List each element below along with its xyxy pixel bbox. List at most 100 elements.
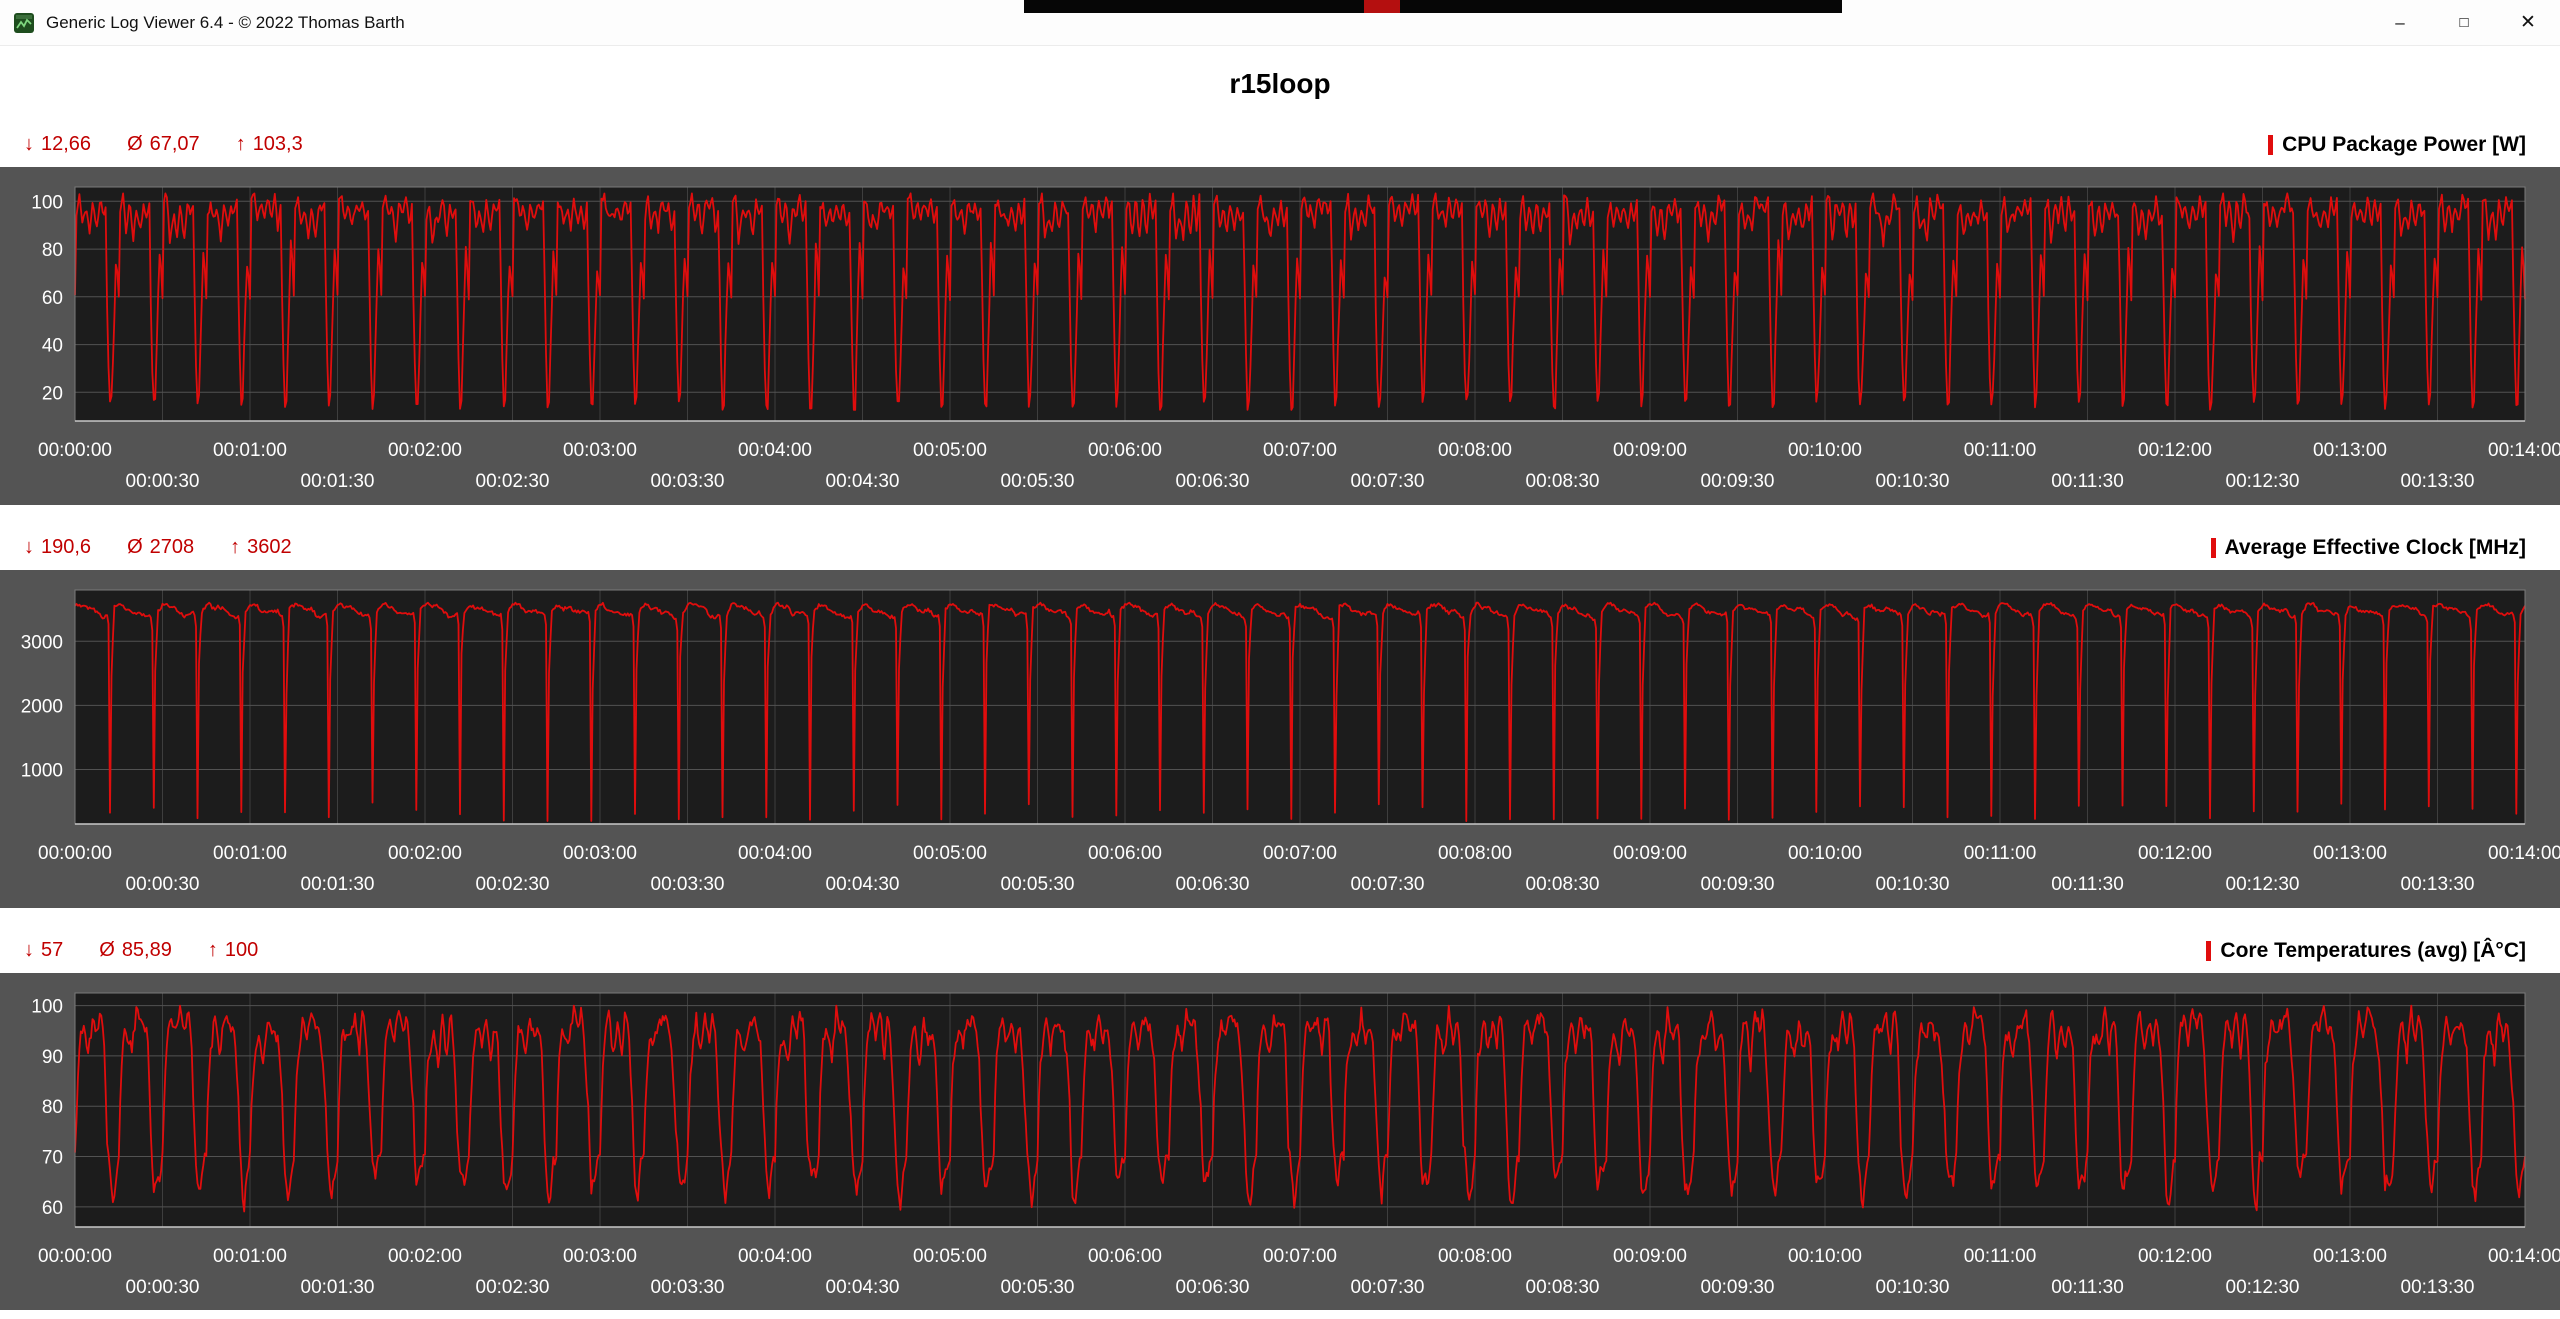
svg-text:80: 80 xyxy=(42,1097,63,1118)
svg-text:00:07:30: 00:07:30 xyxy=(1351,471,1425,492)
svg-text:00:13:30: 00:13:30 xyxy=(2401,874,2475,895)
svg-text:00:00:00: 00:00:00 xyxy=(38,1246,112,1267)
svg-text:00:06:30: 00:06:30 xyxy=(1176,1277,1250,1298)
svg-text:00:08:30: 00:08:30 xyxy=(1526,1277,1600,1298)
svg-text:00:03:00: 00:03:00 xyxy=(563,843,637,864)
svg-text:00:12:30: 00:12:30 xyxy=(2226,471,2300,492)
svg-text:00:10:00: 00:10:00 xyxy=(1788,1246,1862,1267)
svg-text:00:00:00: 00:00:00 xyxy=(38,440,112,461)
chart-header: ↓57 Ø85,89 ↑100 Core Temperatures (avg) … xyxy=(0,928,2560,973)
stat-avg-value: 85,89 xyxy=(122,939,172,961)
svg-text:00:06:00: 00:06:00 xyxy=(1088,440,1162,461)
svg-text:00:11:30: 00:11:30 xyxy=(2051,471,2124,492)
svg-text:00:03:00: 00:03:00 xyxy=(563,440,637,461)
svg-text:00:01:30: 00:01:30 xyxy=(301,471,375,492)
svg-text:00:13:00: 00:13:00 xyxy=(2313,440,2387,461)
svg-text:1000: 1000 xyxy=(21,761,63,782)
svg-text:00:13:00: 00:13:00 xyxy=(2313,843,2387,864)
svg-text:00:07:00: 00:07:00 xyxy=(1263,1246,1337,1267)
svg-text:00:04:00: 00:04:00 xyxy=(738,1246,812,1267)
max-arrow-icon: ↑ xyxy=(236,133,246,155)
svg-text:100: 100 xyxy=(31,997,63,1018)
app-icon xyxy=(13,12,35,34)
svg-text:60: 60 xyxy=(42,288,63,309)
svg-text:100: 100 xyxy=(31,192,63,213)
svg-text:00:10:30: 00:10:30 xyxy=(1876,471,1950,492)
stat-avg-value: 2708 xyxy=(150,536,195,558)
svg-text:00:13:30: 00:13:30 xyxy=(2401,471,2475,492)
stat-min-value: 57 xyxy=(41,939,63,961)
svg-text:00:13:30: 00:13:30 xyxy=(2401,1277,2475,1298)
minimize-button[interactable]: – xyxy=(2368,0,2432,45)
maximize-icon: □ xyxy=(2459,14,2468,31)
chart-header: ↓12,66 Ø67,07 ↑103,3 CPU Package Power [… xyxy=(0,122,2560,167)
chart-area-cpu-package-power[interactable]: 2040608010000:00:0000:01:0000:02:0000:03… xyxy=(0,167,2560,505)
svg-text:00:14:00: 00:14:00 xyxy=(2488,440,2560,461)
max-arrow-icon: ↑ xyxy=(230,536,240,558)
svg-text:00:11:00: 00:11:00 xyxy=(1964,440,2037,461)
svg-text:40: 40 xyxy=(42,336,63,357)
min-arrow-icon: ↓ xyxy=(24,536,34,558)
svg-text:00:12:30: 00:12:30 xyxy=(2226,1277,2300,1298)
svg-text:00:00:00: 00:00:00 xyxy=(38,843,112,864)
chart-svg[interactable]: 10002000300000:00:0000:01:0000:02:0000:0… xyxy=(0,570,2560,908)
chart-area-average-effective-clock[interactable]: 10002000300000:00:0000:01:0000:02:0000:0… xyxy=(0,570,2560,908)
panel-core-temperatures: ↓57 Ø85,89 ↑100 Core Temperatures (avg) … xyxy=(0,928,2560,1310)
svg-text:00:04:30: 00:04:30 xyxy=(826,1277,900,1298)
close-button[interactable]: ✕ xyxy=(2496,0,2560,45)
legend-label: CPU Package Power [W] xyxy=(2282,133,2526,157)
svg-text:00:11:30: 00:11:30 xyxy=(2051,874,2124,895)
svg-text:00:00:30: 00:00:30 xyxy=(126,1277,200,1298)
stat-min-value: 12,66 xyxy=(41,133,91,155)
svg-text:00:07:00: 00:07:00 xyxy=(1263,440,1337,461)
svg-text:00:05:30: 00:05:30 xyxy=(1001,471,1075,492)
svg-text:00:02:30: 00:02:30 xyxy=(476,1277,550,1298)
svg-text:00:12:00: 00:12:00 xyxy=(2138,843,2212,864)
svg-text:00:02:00: 00:02:00 xyxy=(388,843,462,864)
svg-text:00:06:00: 00:06:00 xyxy=(1088,1246,1162,1267)
close-icon: ✕ xyxy=(2520,11,2536,34)
stat-min: ↓190,6 xyxy=(24,536,91,559)
stat-max-value: 100 xyxy=(225,939,258,961)
svg-text:00:00:30: 00:00:30 xyxy=(126,471,200,492)
legend-color-bar xyxy=(2206,941,2211,961)
maximize-button[interactable]: □ xyxy=(2432,0,2496,45)
svg-text:00:10:00: 00:10:00 xyxy=(1788,440,1862,461)
max-arrow-icon: ↑ xyxy=(208,939,218,961)
svg-text:00:13:00: 00:13:00 xyxy=(2313,1246,2387,1267)
stat-max-value: 103,3 xyxy=(253,133,303,155)
stat-min: ↓57 xyxy=(24,939,63,962)
svg-text:00:02:00: 00:02:00 xyxy=(388,1246,462,1267)
svg-text:00:09:00: 00:09:00 xyxy=(1613,1246,1687,1267)
svg-text:00:02:00: 00:02:00 xyxy=(388,440,462,461)
legend-color-bar xyxy=(2211,538,2216,558)
background-window-strip xyxy=(1024,0,1842,13)
avg-icon: Ø xyxy=(127,133,143,155)
svg-text:00:06:30: 00:06:30 xyxy=(1176,874,1250,895)
svg-text:00:03:30: 00:03:30 xyxy=(651,471,725,492)
background-window-red-patch xyxy=(1364,0,1400,13)
min-arrow-icon: ↓ xyxy=(24,133,34,155)
chart-area-core-temperatures[interactable]: 6070809010000:00:0000:01:0000:02:0000:03… xyxy=(0,973,2560,1310)
svg-text:00:09:00: 00:09:00 xyxy=(1613,440,1687,461)
legend-label: Core Temperatures (avg) [Â°C] xyxy=(2220,939,2526,963)
svg-text:00:01:00: 00:01:00 xyxy=(213,843,287,864)
window-controls: – □ ✕ xyxy=(2368,0,2560,45)
svg-text:00:07:30: 00:07:30 xyxy=(1351,874,1425,895)
stat-min: ↓ 12,66 xyxy=(24,133,91,156)
stat-max: ↑ 100 xyxy=(208,939,258,962)
chart-stats: ↓190,6 Ø2708 ↑3602 xyxy=(24,536,292,559)
chart-svg[interactable]: 2040608010000:00:0000:01:0000:02:0000:03… xyxy=(0,167,2560,505)
svg-text:00:01:30: 00:01:30 xyxy=(301,874,375,895)
stat-max: ↑ 3602 xyxy=(230,536,292,559)
svg-text:00:05:00: 00:05:00 xyxy=(913,1246,987,1267)
svg-text:00:08:30: 00:08:30 xyxy=(1526,874,1600,895)
stat-max-value: 3602 xyxy=(247,536,292,558)
titlebar-left: Generic Log Viewer 6.4 - © 2022 Thomas B… xyxy=(0,12,405,34)
titlebar[interactable]: Generic Log Viewer 6.4 - © 2022 Thomas B… xyxy=(0,0,2560,46)
svg-text:00:01:00: 00:01:00 xyxy=(213,440,287,461)
svg-text:00:03:30: 00:03:30 xyxy=(651,874,725,895)
svg-text:80: 80 xyxy=(42,240,63,261)
panel-average-effective-clock: ↓190,6 Ø2708 ↑3602 Average Effective Clo… xyxy=(0,525,2560,908)
chart-svg[interactable]: 6070809010000:00:0000:01:0000:02:0000:03… xyxy=(0,973,2560,1310)
